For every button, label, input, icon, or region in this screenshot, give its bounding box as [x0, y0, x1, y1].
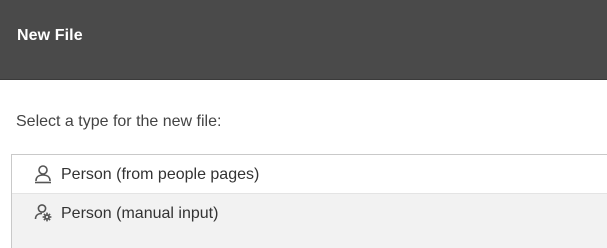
person-gear-icon: [33, 203, 53, 223]
dialog-title: New File: [17, 27, 83, 44]
file-type-label: Person (manual input): [61, 205, 219, 222]
person-icon: [33, 164, 53, 184]
file-type-prompt: Select a type for the new file:: [16, 113, 222, 130]
file-type-list: Person (from people pages) Person (manua…: [11, 154, 607, 248]
dialog-titlebar: New File: [0, 0, 607, 80]
new-file-dialog: New File Select a type for the new file:…: [0, 0, 607, 248]
file-type-option-person-from-people-pages[interactable]: Person (from people pages): [12, 155, 607, 194]
file-type-label: Person (from people pages): [61, 166, 260, 183]
file-type-option-person-manual-input[interactable]: Person (manual input): [12, 194, 607, 248]
